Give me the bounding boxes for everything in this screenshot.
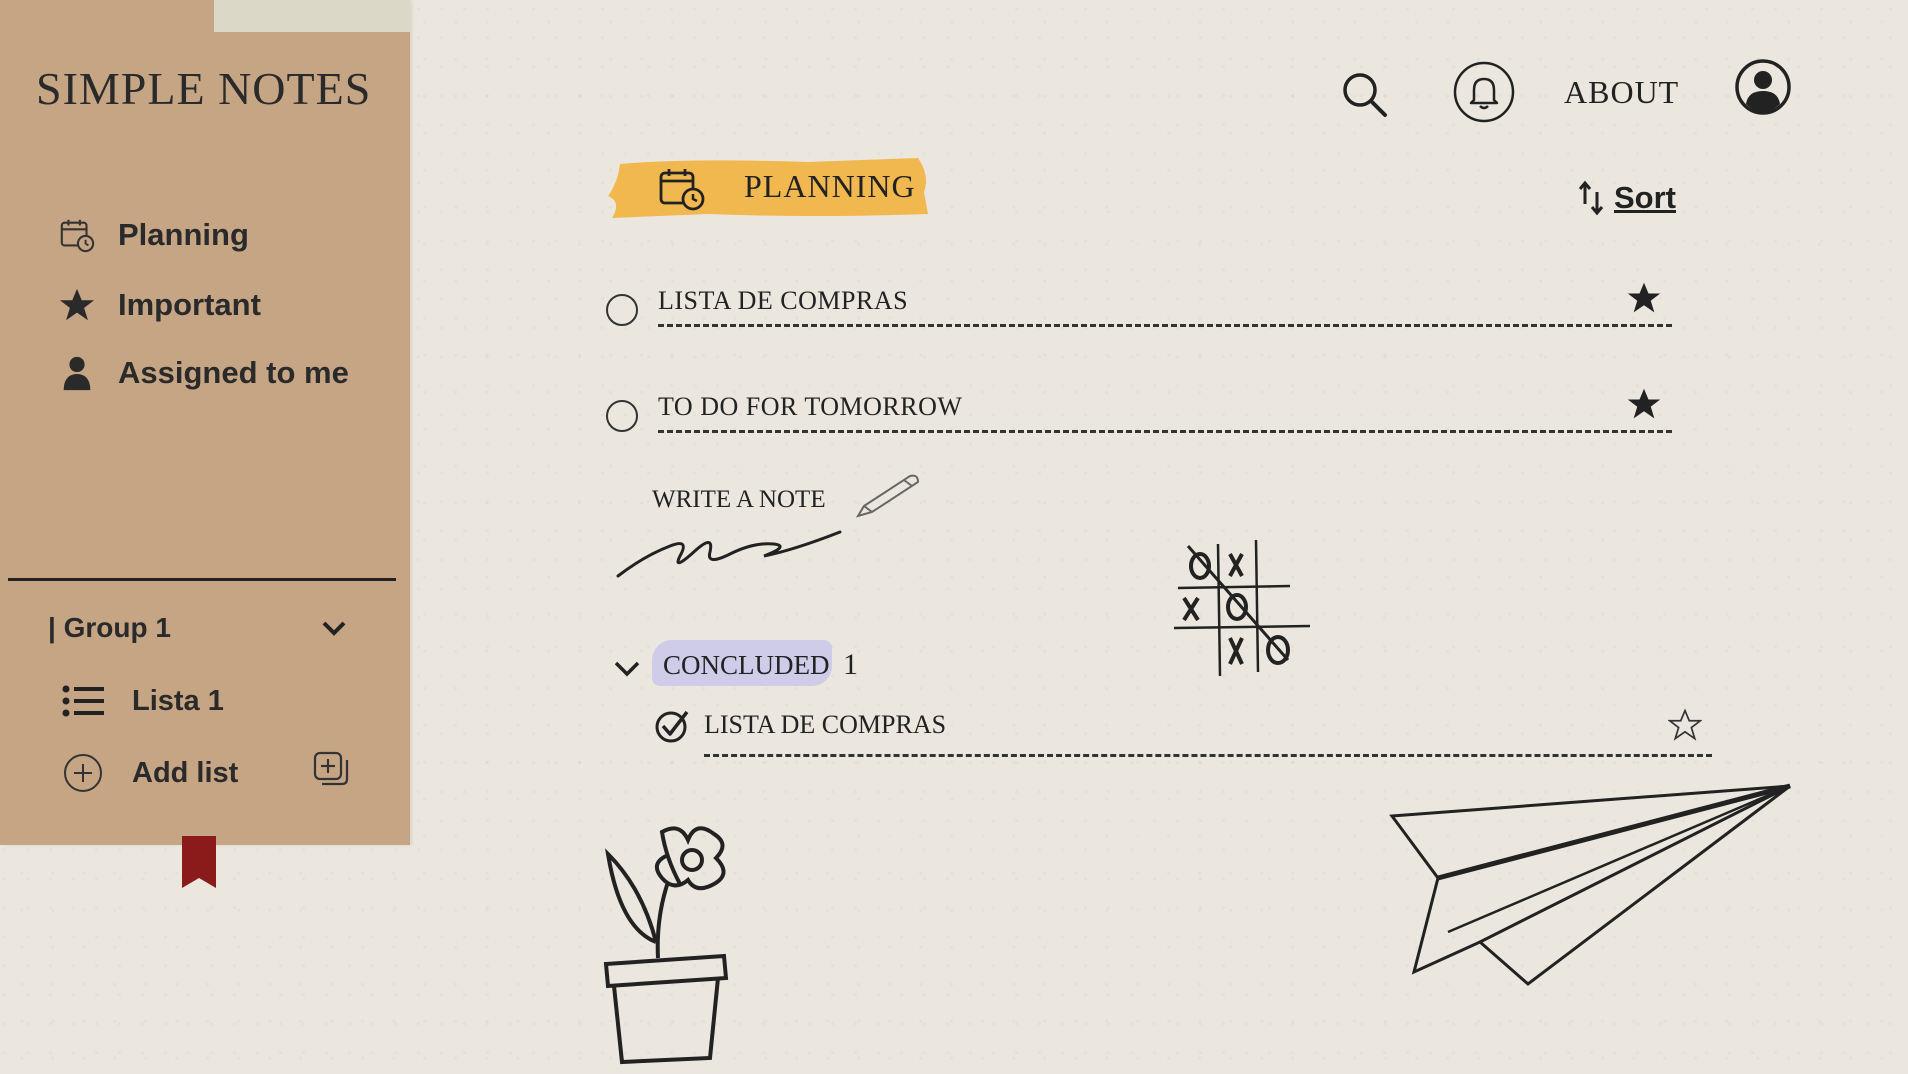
task-title[interactable]: LISTA DE COMPRAS xyxy=(658,286,908,316)
task-item: TO DO FOR TOMORROW xyxy=(606,386,1672,436)
chevron-down-icon[interactable] xyxy=(320,618,348,638)
dashed-divider xyxy=(658,430,1672,433)
app-title: SIMPLE NOTES xyxy=(36,63,372,114)
calendar-clock-icon xyxy=(659,169,705,211)
sidebar-item-planning[interactable]: Planning xyxy=(58,216,249,254)
chevron-down-icon[interactable] xyxy=(612,658,642,680)
star-icon xyxy=(59,288,95,321)
sidebar-divider xyxy=(8,578,396,581)
list-item-label: Lista 1 xyxy=(132,684,224,717)
paper-plane-doodle xyxy=(1389,783,1791,986)
write-note-input[interactable]: WRITE A NOTE xyxy=(652,486,826,514)
add-group-icon[interactable] xyxy=(312,750,352,790)
pencil-icon xyxy=(855,474,920,518)
star-icon[interactable] xyxy=(1626,280,1662,316)
sort-button[interactable]: Sort xyxy=(1578,180,1676,216)
bookmark-ribbon xyxy=(182,836,216,888)
task-item: LISTA DE COMPRAS xyxy=(606,280,1672,330)
add-list-label: Add list xyxy=(132,756,239,789)
dashed-divider xyxy=(704,754,1712,757)
sidebar-item-label: Assigned to me xyxy=(118,355,349,390)
tic-tac-toe-doodle xyxy=(1173,539,1311,677)
group-label: | Group 1 xyxy=(48,612,171,643)
dashed-divider xyxy=(658,324,1672,327)
user-icon[interactable] xyxy=(1734,58,1792,116)
task-complete-checkbox[interactable] xyxy=(606,294,638,326)
star-outline-icon[interactable] xyxy=(1668,708,1702,742)
scribble-doodle xyxy=(616,530,842,578)
sidebar: SIMPLE NOTES Planning Important Assigned… xyxy=(0,0,410,845)
about-link[interactable]: ABOUT xyxy=(1564,74,1679,111)
task-title[interactable]: LISTA DE COMPRAS xyxy=(704,710,946,740)
group-1-toggle[interactable]: | Group 1 xyxy=(48,612,348,644)
calendar-clock-icon xyxy=(60,219,95,253)
task-complete-checkbox[interactable] xyxy=(606,400,638,432)
bell-icon[interactable] xyxy=(1452,60,1516,124)
completed-task-item: LISTA DE COMPRAS xyxy=(654,702,1712,762)
concluded-toggle[interactable]: CONCLUDED xyxy=(663,650,830,681)
person-icon xyxy=(63,356,91,391)
task-title[interactable]: TO DO FOR TOMORROW xyxy=(658,392,962,422)
plus-circle-icon xyxy=(64,754,102,792)
sidebar-top-strip xyxy=(214,0,410,32)
page-title: PLANNING xyxy=(744,168,916,204)
star-icon[interactable] xyxy=(1626,386,1662,422)
concluded-count: 1 xyxy=(843,648,858,681)
check-circle-icon[interactable] xyxy=(654,708,690,744)
sort-icon xyxy=(1578,180,1604,216)
sidebar-item-assigned[interactable]: Assigned to me xyxy=(58,354,349,392)
sidebar-item-label: Planning xyxy=(118,217,249,252)
flower-pot-doodle xyxy=(603,826,729,1065)
sort-label: Sort xyxy=(1614,180,1676,215)
sidebar-list-item[interactable]: Lista 1 xyxy=(62,684,224,718)
sidebar-item-label: Important xyxy=(118,287,261,322)
add-list-button[interactable]: Add list xyxy=(62,752,238,794)
list-icon xyxy=(62,685,104,717)
search-icon[interactable] xyxy=(1340,70,1390,120)
sidebar-item-important[interactable]: Important xyxy=(58,286,261,324)
